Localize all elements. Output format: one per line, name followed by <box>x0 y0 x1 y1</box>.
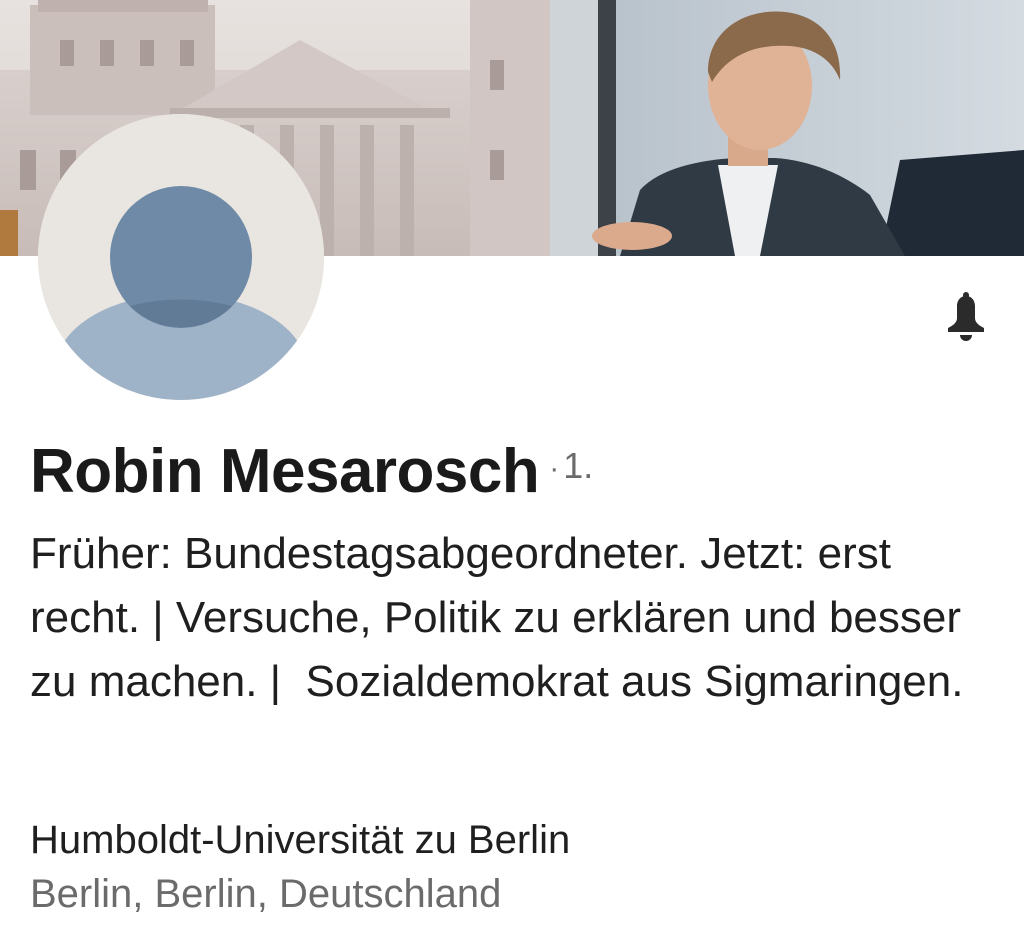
connection-degree: 1. <box>563 445 594 486</box>
profile-location: Berlin, Berlin, Deutschland <box>30 872 502 916</box>
default-person-icon <box>38 114 324 400</box>
notification-bell-button[interactable] <box>940 292 992 344</box>
profile-avatar[interactable] <box>38 114 324 400</box>
profile-headline: Früher: Bundestagsabgeordneter. Jetzt: e… <box>30 529 974 706</box>
profile-name-line: Robin Mesarosch · 1. <box>30 436 593 507</box>
bell-icon <box>948 292 984 341</box>
profile-education[interactable]: Humboldt-Universität zu Berlin <box>30 812 570 868</box>
degree-separator: · <box>549 452 560 485</box>
profile-name: Robin Mesarosch <box>30 437 540 506</box>
